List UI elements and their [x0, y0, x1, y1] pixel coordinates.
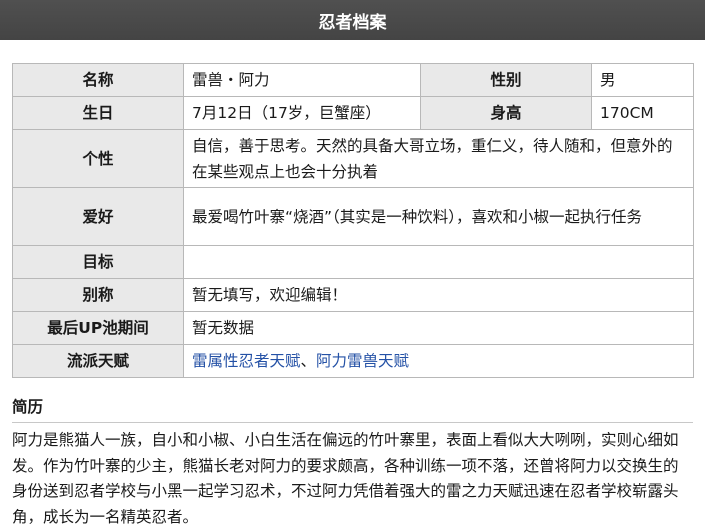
goal-value	[183, 245, 694, 279]
page-title: 忍者档案	[0, 0, 705, 40]
table-row: 个性 自信，善于思考。天然的具备大哥立场，重仁义，待人随和，但意外的在某些观点上…	[12, 129, 694, 188]
goal-label: 目标	[12, 245, 184, 279]
talent-label: 流派天赋	[12, 344, 184, 378]
hobby-value: 最爱喝竹叶寨“烧酒”（其实是一种饮料），喜欢和小椒一起执行任务	[183, 187, 694, 246]
personality-value: 自信，善于思考。天然的具备大哥立场，重仁义，待人随和，但意外的在某些观点上也会十…	[183, 129, 694, 188]
content-area: 名称 雷兽・阿力 性别 男 生日 7月12日（17岁，巨蟹座） 身高 170CM…	[0, 40, 705, 530]
gender-value: 男	[591, 63, 694, 97]
upperiod-label: 最后UP池期间	[12, 311, 184, 345]
hobby-label: 爱好	[12, 187, 184, 246]
gender-label: 性别	[420, 63, 592, 97]
alias-value: 暂无填写，欢迎编辑！	[183, 278, 694, 312]
table-row: 生日 7月12日（17岁，巨蟹座） 身高 170CM	[12, 96, 694, 130]
profile-table: 名称 雷兽・阿力 性别 男 生日 7月12日（17岁，巨蟹座） 身高 170CM…	[12, 63, 694, 378]
alias-label: 别称	[12, 278, 184, 312]
upperiod-value: 暂无数据	[183, 311, 694, 345]
table-row: 爱好 最爱喝竹叶寨“烧酒”（其实是一种饮料），喜欢和小椒一起执行任务	[12, 187, 694, 246]
bio-divider	[12, 422, 693, 423]
name-label: 名称	[12, 63, 184, 97]
height-label: 身高	[420, 96, 592, 130]
birthday-value: 7月12日（17岁，巨蟹座）	[183, 96, 421, 130]
table-row: 别称 暂无填写，欢迎编辑！	[12, 278, 694, 312]
birthday-label: 生日	[12, 96, 184, 130]
personality-label: 个性	[12, 129, 184, 188]
talent-separator: 、	[300, 352, 317, 370]
table-row: 最后UP池期间 暂无数据	[12, 311, 694, 345]
table-row: 流派天赋 雷属性忍者天赋、阿力雷兽天赋	[12, 344, 694, 378]
talent-link-thunder[interactable]: 雷属性忍者天赋	[192, 352, 301, 370]
bio-title: 简历	[12, 398, 44, 416]
table-row: 目标	[12, 245, 694, 279]
table-row: 名称 雷兽・阿力 性别 男	[12, 63, 694, 97]
name-value: 雷兽・阿力	[183, 63, 421, 97]
height-value: 170CM	[591, 96, 694, 130]
bio-text: 阿力是熊猫人一族，自小和小椒、小白生活在偏远的竹叶寨里，表面上看似大大咧咧，实则…	[12, 431, 679, 526]
talent-value: 雷属性忍者天赋、阿力雷兽天赋	[183, 344, 694, 378]
talent-link-ali[interactable]: 阿力雷兽天赋	[316, 352, 409, 370]
